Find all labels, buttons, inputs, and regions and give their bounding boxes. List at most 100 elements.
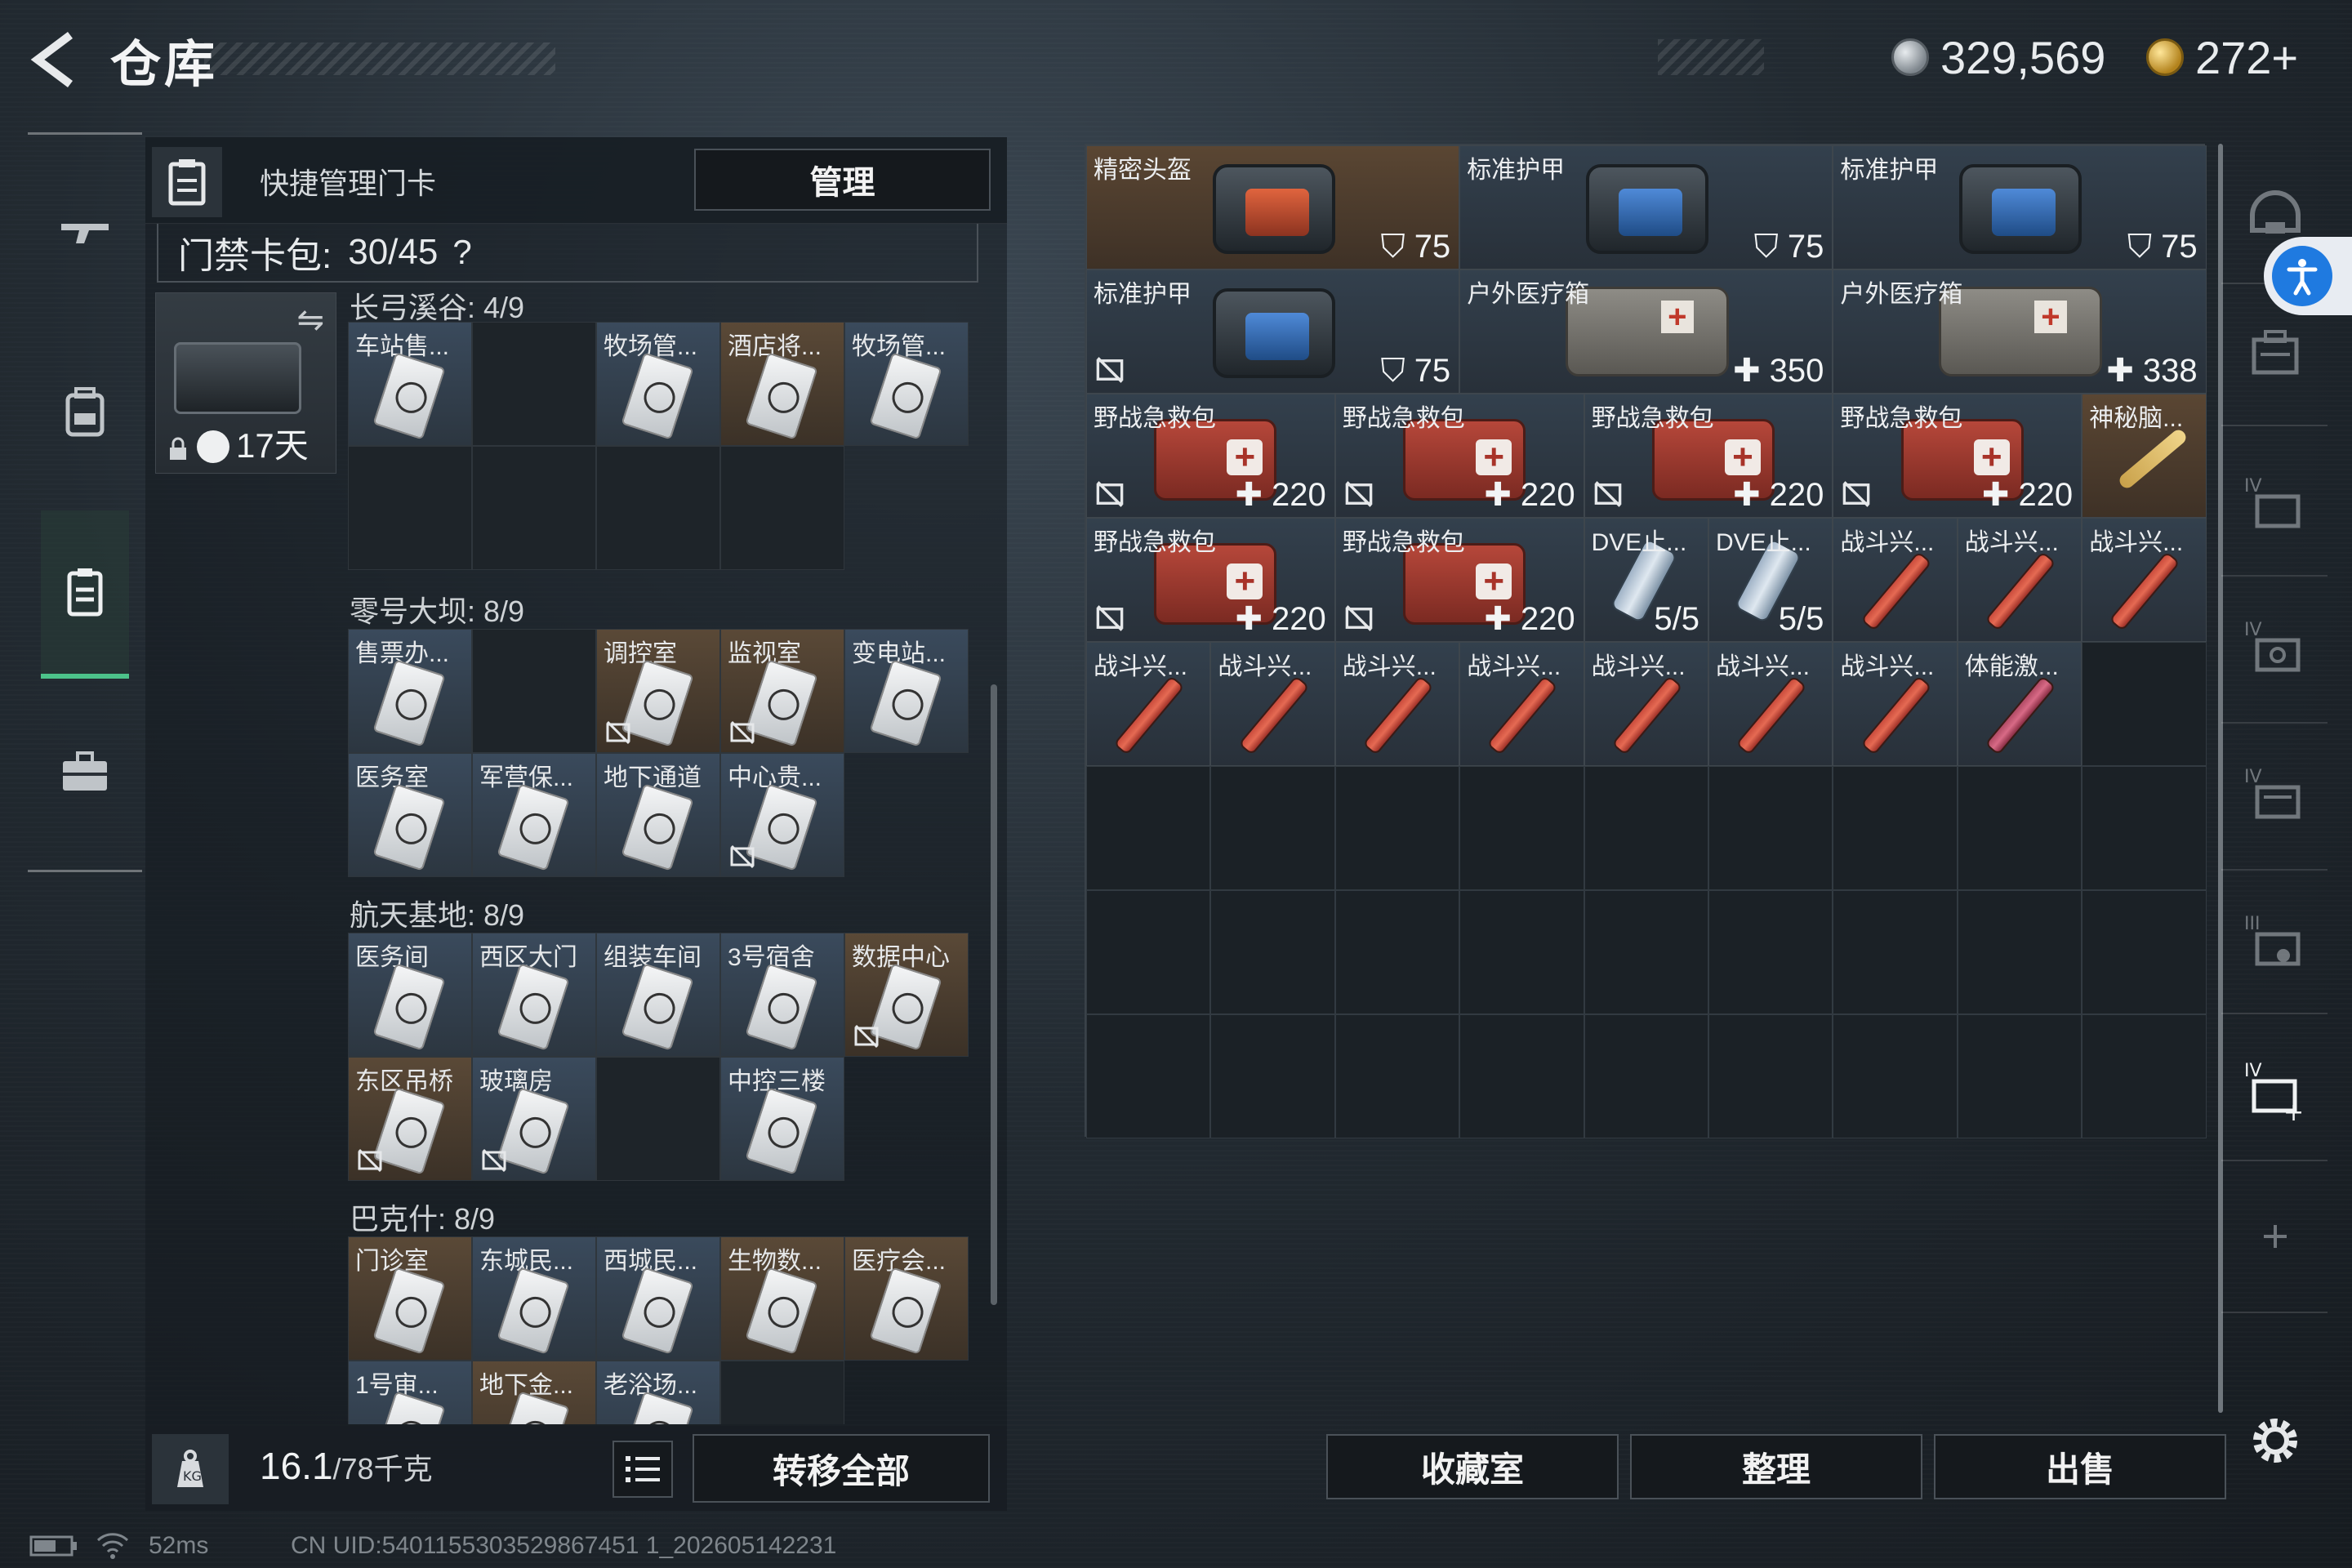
swap-icon[interactable]: ⇋: [296, 301, 324, 339]
case-slot-icon[interactable]: [2236, 315, 2314, 394]
tier4-safe-icon[interactable]: IV: [2236, 609, 2314, 688]
stash-empty-slot[interactable]: [1334, 1014, 1460, 1138]
stash-empty-slot[interactable]: [2082, 766, 2207, 890]
transfer-all-button[interactable]: 转移全部: [693, 1434, 990, 1503]
gold-currency[interactable]: 272+: [2146, 24, 2298, 90]
keycard-slot[interactable]: 地下金...: [472, 1361, 596, 1424]
stash-empty-slot[interactable]: [1708, 890, 1833, 1014]
stash-item[interactable]: 标准护甲 ⛉ 75: [1833, 145, 2207, 270]
keycard-slot[interactable]: 玻璃房: [472, 1057, 596, 1181]
stash-item[interactable]: 野战急救包 ✚ 220: [1334, 394, 1584, 518]
stash-item[interactable]: 战斗兴...: [1459, 642, 1584, 766]
keycard-scrollbar[interactable]: [991, 684, 997, 1305]
stash-item[interactable]: 野战急救包 ✚ 220: [1086, 394, 1335, 518]
help-icon[interactable]: ?: [452, 233, 471, 272]
tier3-case-icon[interactable]: III: [2236, 903, 2314, 982]
stash-item[interactable]: 野战急救包 ✚ 220: [1584, 394, 1833, 518]
stash-empty-slot[interactable]: [1584, 766, 1708, 890]
collection-room-button[interactable]: 收藏室: [1326, 1434, 1619, 1499]
nav-weapons[interactable]: [41, 192, 129, 274]
keycard-slot[interactable]: 变电站...: [844, 629, 969, 753]
stash-empty-slot[interactable]: [1210, 1014, 1335, 1138]
keycard-slot[interactable]: 西城民...: [596, 1236, 720, 1361]
stash-empty-slot[interactable]: [1708, 1014, 1833, 1138]
keycard-slot[interactable]: 军营保...: [472, 753, 596, 877]
stash-item[interactable]: 户外医疗箱 ✚ 350: [1459, 270, 1833, 394]
stash-item[interactable]: 野战急救包 ✚ 220: [1334, 518, 1584, 642]
list-view-button[interactable]: [612, 1441, 673, 1498]
keycard-slot[interactable]: 老浴场...: [596, 1361, 720, 1424]
nav-backpack[interactable]: [41, 372, 129, 453]
add-container-icon[interactable]: [2236, 1197, 2314, 1276]
stash-empty-slot[interactable]: [2082, 1014, 2207, 1138]
nav-keycards[interactable]: [41, 510, 129, 679]
stash-item[interactable]: 战斗兴...: [1584, 642, 1708, 766]
stash-empty-slot[interactable]: [1334, 766, 1460, 890]
stash-empty-slot[interactable]: [1459, 890, 1584, 1014]
stash-empty-slot[interactable]: [1210, 890, 1335, 1014]
tier4-medical-case-icon[interactable]: IV +: [2236, 1050, 2314, 1129]
keycard-slot[interactable]: 中心贵...: [720, 753, 844, 877]
keycard-slot[interactable]: 医务间: [348, 933, 472, 1057]
stash-item[interactable]: 标准护甲 ⛉ 75: [1086, 270, 1460, 394]
silver-currency[interactable]: 329,569: [1891, 24, 2105, 90]
stash-empty-slot[interactable]: [2082, 642, 2207, 766]
keycard-slot[interactable]: 医疗会...: [844, 1236, 969, 1361]
keycard-slot[interactable]: 售票办...: [348, 629, 472, 753]
stash-item[interactable]: 战斗兴...: [1086, 642, 1211, 766]
stash-empty-slot[interactable]: [1708, 766, 1833, 890]
keycard-slot[interactable]: 中控三楼: [720, 1057, 844, 1181]
stash-item[interactable]: 野战急救包 ✚ 220: [1833, 394, 2082, 518]
keycard-slot[interactable]: 数据中心: [844, 933, 969, 1057]
empty-keycard-slot[interactable]: [720, 1361, 844, 1424]
settings-gear-icon[interactable]: [2236, 1401, 2314, 1480]
stash-item[interactable]: 战斗兴...: [1210, 642, 1335, 766]
stash-item[interactable]: 战斗兴...: [1957, 518, 2082, 642]
stash-item[interactable]: 战斗兴...: [1708, 642, 1833, 766]
keycard-slot[interactable]: 车站售...: [348, 322, 472, 446]
stash-empty-slot[interactable]: [1086, 890, 1211, 1014]
keycard-slot[interactable]: 牧场管...: [844, 322, 969, 446]
stash-item[interactable]: 精密头盔 ⛉ 75: [1086, 145, 1460, 270]
stash-item[interactable]: 体能激...: [1957, 642, 2082, 766]
accessibility-button[interactable]: [2264, 237, 2352, 315]
stash-item[interactable]: 战斗兴...: [1833, 642, 1958, 766]
keycard-slot[interactable]: 3号宿舍: [720, 933, 844, 1057]
organize-button[interactable]: 整理: [1630, 1434, 1922, 1499]
tier4-box-icon[interactable]: IV: [2236, 756, 2314, 835]
tier4-container-icon[interactable]: IV: [2236, 466, 2314, 544]
stash-item[interactable]: DVE止... 5/5: [1708, 518, 1833, 642]
stash-empty-slot[interactable]: [1334, 890, 1460, 1014]
stash-item[interactable]: 战斗兴...: [1833, 518, 1958, 642]
keycard-case[interactable]: ⇋ 17天: [155, 292, 336, 474]
stash-item[interactable]: 战斗兴...: [1334, 642, 1460, 766]
keycard-slot[interactable]: 1号审...: [348, 1361, 472, 1424]
sell-button[interactable]: 出售: [1934, 1434, 2226, 1499]
empty-keycard-slot[interactable]: [472, 322, 596, 446]
empty-keycard-slot[interactable]: [472, 629, 596, 753]
keycard-slot[interactable]: 生物数...: [720, 1236, 844, 1361]
keycard-slot[interactable]: 组装车间: [596, 933, 720, 1057]
stash-empty-slot[interactable]: [1833, 1014, 1958, 1138]
empty-keycard-slot[interactable]: [596, 1057, 720, 1181]
stash-empty-slot[interactable]: [1210, 766, 1335, 890]
stash-empty-slot[interactable]: [1086, 766, 1211, 890]
stash-item[interactable]: 神秘脑...: [2082, 394, 2207, 518]
empty-keycard-slot[interactable]: [720, 446, 844, 570]
stash-item[interactable]: 户外医疗箱 ✚ 338: [1833, 270, 2207, 394]
stash-item[interactable]: 标准护甲 ⛉ 75: [1459, 145, 1833, 270]
stash-empty-slot[interactable]: [1957, 766, 2082, 890]
stash-empty-slot[interactable]: [1584, 1014, 1708, 1138]
keycard-slot[interactable]: 调控室: [596, 629, 720, 753]
keycard-slot[interactable]: 西区大门: [472, 933, 596, 1057]
stash-empty-slot[interactable]: [1957, 1014, 2082, 1138]
stash-item[interactable]: 战斗兴...: [2082, 518, 2207, 642]
stash-empty-slot[interactable]: [1086, 1014, 1211, 1138]
stash-empty-slot[interactable]: [1459, 766, 1584, 890]
keycard-slot[interactable]: 东区吊桥: [348, 1057, 472, 1181]
keycard-slot[interactable]: 医务室: [348, 753, 472, 877]
manage-button[interactable]: 管理: [694, 149, 991, 211]
stash-empty-slot[interactable]: [1957, 890, 2082, 1014]
stash-empty-slot[interactable]: [1833, 766, 1958, 890]
keycard-slot[interactable]: 地下通道: [596, 753, 720, 877]
